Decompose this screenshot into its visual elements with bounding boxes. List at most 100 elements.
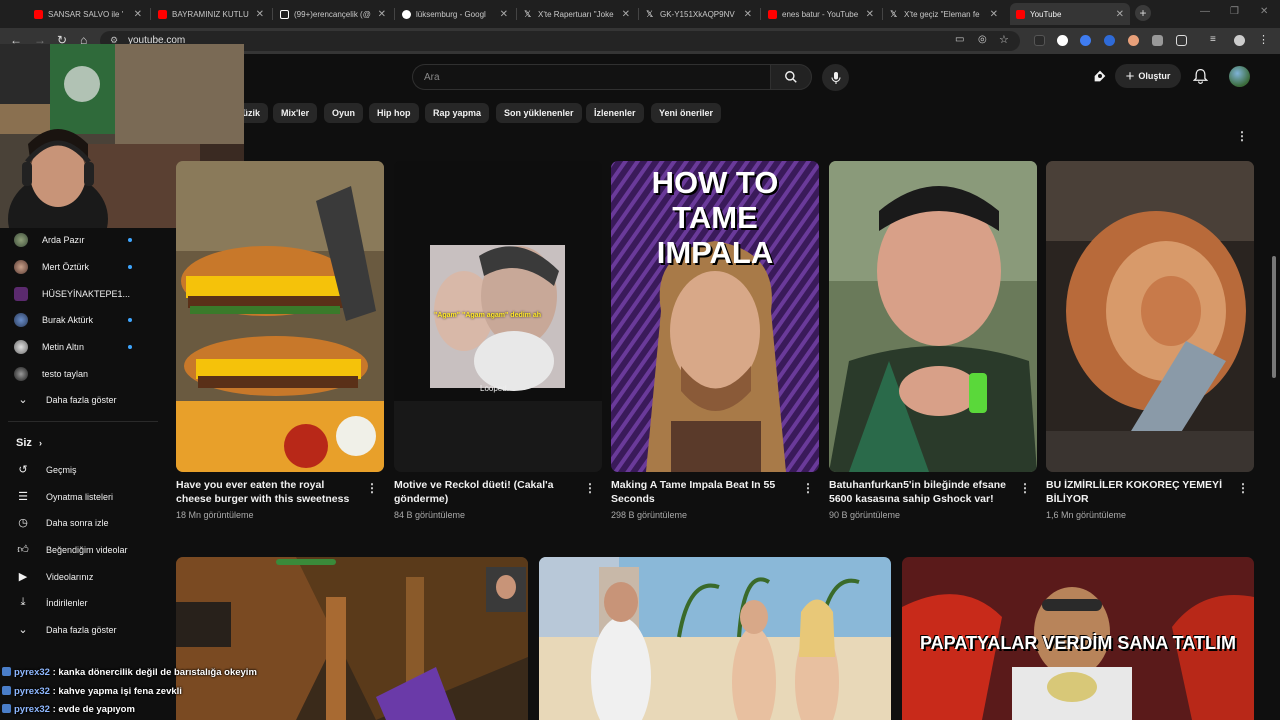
sidebar-show-more-subs[interactable]: ⌄ Daha fazla göster xyxy=(14,393,116,406)
view-count: 18 Mn görüntüleme xyxy=(176,510,254,520)
browser-tab[interactable]: 𝕏 GK-Y151XkAQP9NV ✕ xyxy=(640,3,758,25)
notifications-button[interactable] xyxy=(1192,68,1209,90)
video-options-icon[interactable]: ⋮ xyxy=(584,481,596,495)
extension-icon[interactable] xyxy=(1057,35,1068,46)
chip-son-yuklenenler[interactable]: Son yüklenenler xyxy=(496,103,582,123)
new-tab-button[interactable]: + xyxy=(1135,5,1151,21)
extension-icon[interactable] xyxy=(1034,35,1045,46)
browser-tab[interactable]: SANSAR SALVO ile ' ✕ xyxy=(28,3,148,25)
download-icon: ⤓ xyxy=(20,596,26,608)
search-button[interactable] xyxy=(770,64,812,90)
browser-tab[interactable]: BAYRAMINIZ KUTLU ✕ xyxy=(152,3,270,25)
browser-tab-active[interactable]: YouTube ✕ xyxy=(1010,3,1130,25)
sidebar-item-your-videos[interactable]: ▶ Videolarınız xyxy=(14,570,94,583)
chat-message: pyrex32 : evde de yapıyom xyxy=(2,704,135,715)
media-queue-icon[interactable]: ≡ xyxy=(1210,35,1221,46)
bell-icon xyxy=(1192,68,1209,84)
video-title[interactable]: Motive ve Reckol düeti! (Cakal'a gönderm… xyxy=(394,478,580,506)
create-button[interactable]: + Oluştur xyxy=(1115,64,1181,88)
sidebar-item-label: İndirilenler xyxy=(46,597,88,608)
chip-oyun[interactable]: Oyun xyxy=(324,103,364,123)
chip-label: Son yüklenenler xyxy=(504,108,574,118)
video-thumbnail[interactable] xyxy=(176,161,384,472)
chat-message: pyrex32 : kanka dönercilik değil de barı… xyxy=(2,667,257,678)
search-box[interactable] xyxy=(412,64,770,90)
close-tab-icon[interactable]: ✕ xyxy=(256,9,264,20)
video-title[interactable]: Have you ever eaten the royal cheese bur… xyxy=(176,478,362,506)
sidebar-item-history[interactable]: ↺ Geçmiş xyxy=(14,463,76,476)
video-title[interactable]: BU İZMİRLİLER KOKOREÇ YEMEYİ BİLİYOR xyxy=(1046,478,1232,506)
video-thumbnail[interactable] xyxy=(176,557,528,720)
sidebar-subscription[interactable]: HÜSEYİNAKTEPE1... xyxy=(14,287,130,301)
voice-search-button[interactable] xyxy=(822,64,849,91)
page-scrollbar[interactable] xyxy=(1272,256,1276,378)
sidebar-subscription[interactable]: Metin Altın xyxy=(14,340,84,354)
feed-options-icon[interactable]: ⋮ xyxy=(1236,129,1248,143)
user-badge-icon xyxy=(2,704,11,713)
chip-hip-hop[interactable]: Hip hop xyxy=(369,103,419,123)
chip-mixler[interactable]: Mix'ler xyxy=(273,103,318,123)
close-tab-icon[interactable]: ✕ xyxy=(134,9,142,20)
sidebar-show-more-you[interactable]: ⌄ Daha fazla göster xyxy=(14,623,116,636)
sidebar-subscription[interactable]: Burak Aktürk xyxy=(14,313,93,327)
close-tab-icon[interactable]: ✕ xyxy=(500,9,508,20)
eye-off-icon[interactable]: ◎ xyxy=(978,34,987,45)
close-tab-icon[interactable]: ✕ xyxy=(378,9,386,20)
extensions-puzzle-icon[interactable] xyxy=(1176,35,1187,46)
video-title[interactable]: Batuhanfurkan5'in bileğinde efsane 5600 … xyxy=(829,478,1015,506)
minimize-icon[interactable]: — xyxy=(1200,6,1210,17)
close-tab-icon[interactable]: ✕ xyxy=(990,9,998,20)
browser-tab[interactable]: 𝕏 X'te geçiz "Eleman fe ✕ xyxy=(884,3,1004,25)
sidebar-item-playlists[interactable]: ☰ Oynatma listeleri xyxy=(14,490,113,503)
video-options-icon[interactable]: ⋮ xyxy=(1019,481,1031,495)
close-tab-icon[interactable]: ✕ xyxy=(744,9,752,20)
browser-tab[interactable]: enes batur - YouTube ✕ xyxy=(762,3,880,25)
sidebar-subscription[interactable]: testo taylan xyxy=(14,367,88,381)
clock-icon: ◷ xyxy=(18,517,28,529)
video-thumbnail[interactable]: PAPATYALAR VERDİM SANA TATLIM xyxy=(902,557,1254,720)
sidebar-item-label: Daha sonra izle xyxy=(46,517,109,528)
sidebar-item-downloads[interactable]: ⤓ İndirilenler xyxy=(14,596,88,609)
video-thumbnail[interactable] xyxy=(829,161,1037,472)
video-title[interactable]: Making A Tame Impala Beat In 55 Seconds xyxy=(611,478,797,506)
browser-tab[interactable]: lüksemburg - Googl ✕ xyxy=(396,3,514,25)
tab-title: YouTube xyxy=(1030,9,1062,19)
view-count: 90 B görüntüleme xyxy=(829,510,901,520)
sidebar-item-watch-later[interactable]: ◷ Daha sonra izle xyxy=(14,516,109,529)
search-input[interactable] xyxy=(413,65,770,89)
chip-izlenenler[interactable]: İzlenenler xyxy=(586,103,644,123)
microphone-icon xyxy=(830,71,841,84)
chip-rap-yapma[interactable]: Rap yapma xyxy=(425,103,490,123)
close-tab-icon[interactable]: ✕ xyxy=(866,9,874,20)
close-tab-icon[interactable]: ✕ xyxy=(622,9,630,20)
browser-tab[interactable]: (99+)erencançelik (@ ✕ xyxy=(274,3,392,25)
sidebar-subscription[interactable]: Mert Öztürk xyxy=(14,260,89,274)
you-heading-label: Siz xyxy=(16,437,32,449)
chip-yeni-oneriler[interactable]: Yeni öneriler xyxy=(651,103,722,123)
maximize-icon[interactable]: ❐ xyxy=(1230,6,1239,17)
extension-icon[interactable] xyxy=(1080,35,1091,46)
video-thumbnail[interactable] xyxy=(539,557,891,720)
cast-to-tv-button[interactable] xyxy=(1092,68,1108,89)
video-options-icon[interactable]: ⋮ xyxy=(1237,481,1249,495)
cast-icon[interactable]: ▭ xyxy=(955,34,964,45)
close-tab-icon[interactable]: ✕ xyxy=(1116,9,1124,20)
extension-icon[interactable] xyxy=(1152,35,1163,46)
video-thumbnail[interactable] xyxy=(1046,161,1254,472)
video-options-icon[interactable]: ⋮ xyxy=(366,481,378,495)
account-avatar[interactable] xyxy=(1229,66,1250,87)
sidebar-item-liked-videos[interactable]: 👍︎ Beğendiğim videolar xyxy=(14,543,127,556)
video-thumbnail[interactable]: HOW TO TAME IMPALA xyxy=(611,161,819,472)
profile-icon[interactable] xyxy=(1234,35,1245,46)
extension-icon[interactable] xyxy=(1128,35,1139,46)
browser-tab[interactable]: 𝕏 X'te Rapertuarı "Joke ✕ xyxy=(518,3,636,25)
browser-menu-icon[interactable]: ⋮ xyxy=(1258,35,1269,46)
sidebar-subscription[interactable]: Arda Pazır xyxy=(14,233,85,247)
video-options-icon[interactable]: ⋮ xyxy=(802,481,814,495)
extension-icon[interactable] xyxy=(1104,35,1115,46)
bookmark-star-icon[interactable]: ☆ xyxy=(999,33,1009,46)
you-section-heading[interactable]: Siz › xyxy=(16,437,42,449)
channel-name: Metin Altın xyxy=(42,342,85,352)
video-thumbnail[interactable]: "Agam" "Agam agam" dedim ah Looped. xyxy=(394,161,602,472)
close-window-icon[interactable]: ✕ xyxy=(1260,6,1268,17)
